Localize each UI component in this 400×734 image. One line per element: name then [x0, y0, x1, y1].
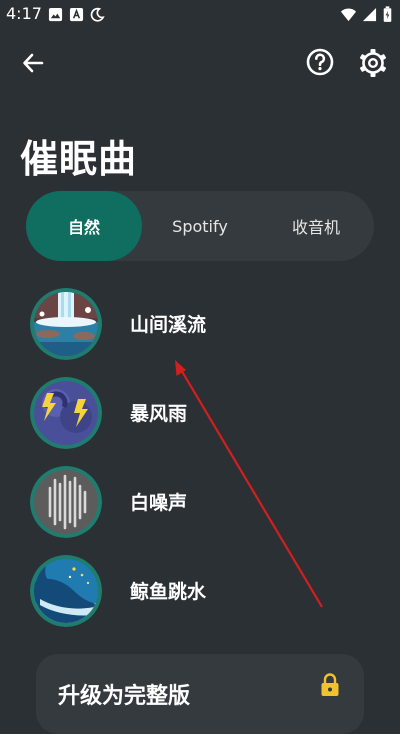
gear-icon	[359, 49, 387, 77]
white-noise-icon	[30, 466, 102, 538]
battery-icon	[383, 6, 392, 22]
list-item-label: 白噪声	[130, 492, 188, 514]
page-title: 催眠曲	[20, 137, 138, 181]
list-item-white-noise[interactable]: 白噪声	[30, 466, 360, 538]
status-left-icons	[48, 7, 105, 22]
tab-nature[interactable]: 自然	[26, 191, 142, 261]
lock-icon	[321, 673, 339, 696]
a-icon	[69, 7, 84, 22]
list-item-whale-dive[interactable]: 鲸鱼跳水	[30, 555, 360, 627]
settings-button[interactable]	[356, 46, 390, 80]
waterfall-icon	[30, 288, 102, 360]
wifi-icon	[341, 8, 356, 22]
list-item-label: 暴风雨	[130, 403, 188, 425]
list-item-label: 山间溪流	[130, 314, 207, 336]
tab-radio[interactable]: 收音机	[258, 191, 374, 261]
list-item-mountain-stream[interactable]: 山间溪流	[30, 288, 360, 360]
list-item-label: 鲸鱼跳水	[130, 581, 207, 603]
status-time: 4:17	[6, 4, 42, 23]
upgrade-card[interactable]: 升级为完整版	[36, 654, 364, 734]
moon-icon	[90, 7, 105, 22]
back-button[interactable]	[16, 46, 50, 80]
help-icon	[306, 48, 334, 76]
arrow-left-icon	[23, 53, 44, 73]
whale-icon	[30, 555, 102, 627]
help-button[interactable]	[304, 46, 336, 78]
signal-icon	[362, 7, 377, 22]
list-item-storm[interactable]: 暴风雨	[30, 377, 360, 449]
tab-spotify[interactable]: Spotify	[142, 191, 258, 261]
category-tabs: 自然 Spotify 收音机	[26, 191, 374, 261]
status-right-icons	[341, 6, 392, 23]
image-icon	[48, 7, 63, 22]
storm-icon	[30, 377, 102, 449]
upgrade-title: 升级为完整版	[58, 684, 191, 709]
status-bar: 4:17	[0, 0, 400, 28]
